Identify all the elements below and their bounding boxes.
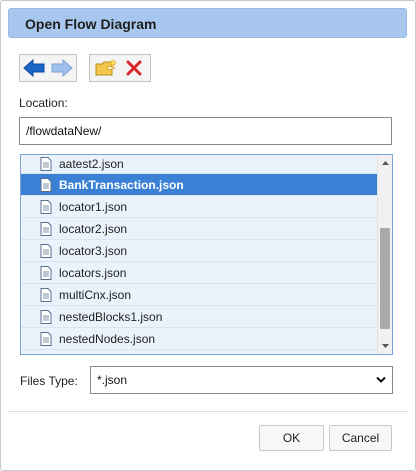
delete-x-icon xyxy=(126,60,142,76)
file-icon xyxy=(40,157,52,171)
file-icon xyxy=(40,243,52,258)
open-flow-diagram-dialog: Open Flow Diagram Location: /flowdataNew… xyxy=(0,0,416,471)
file-icon xyxy=(40,309,52,324)
ok-button[interactable]: OK xyxy=(259,425,324,451)
scroll-down-icon[interactable] xyxy=(381,341,390,350)
file-icon xyxy=(40,221,52,236)
file-row[interactable]: locator2.json xyxy=(21,218,378,240)
file-list-scrollbar[interactable] xyxy=(377,155,392,354)
file-name: nestedBlocks1.json xyxy=(59,309,163,324)
navigation-toolbar xyxy=(19,54,77,82)
location-label: Location: xyxy=(19,96,68,110)
file-name: locators.json xyxy=(59,265,127,280)
files-type-value: *.json xyxy=(97,373,128,387)
file-icon xyxy=(40,199,52,214)
footer-divider xyxy=(8,411,408,412)
file-row[interactable]: aatest2.json xyxy=(21,155,378,174)
new-folder-icon xyxy=(95,60,117,76)
dialog-title: Open Flow Diagram xyxy=(25,16,157,32)
file-row[interactable]: locator3.json xyxy=(21,240,378,262)
file-name: aatest2.json xyxy=(59,157,124,171)
file-name: nestedNodes.json xyxy=(59,331,156,346)
cancel-button[interactable]: Cancel xyxy=(329,425,392,451)
delete-button[interactable] xyxy=(120,55,148,81)
file-name: multiCnx.json xyxy=(59,287,132,302)
arrow-left-icon xyxy=(23,58,45,78)
dialog-title-bar[interactable]: Open Flow Diagram xyxy=(8,8,407,38)
file-row[interactable]: multiCnx.json xyxy=(21,284,378,306)
file-name: locator2.json xyxy=(59,221,128,236)
file-icon xyxy=(40,177,52,192)
file-name: locator1.json xyxy=(59,199,128,214)
file-list-rows: aatest2.json BankTransaction.json locato… xyxy=(21,155,378,350)
file-icon xyxy=(40,331,52,346)
new-folder-button[interactable] xyxy=(92,55,120,81)
arrow-right-icon xyxy=(51,58,73,78)
file-list[interactable]: aatest2.json BankTransaction.json locato… xyxy=(20,154,393,355)
files-type-select[interactable]: *.json xyxy=(90,366,393,394)
file-name: locator3.json xyxy=(59,243,128,258)
file-icon xyxy=(40,287,52,302)
back-button[interactable] xyxy=(20,55,48,81)
file-row-selected[interactable]: BankTransaction.json xyxy=(21,174,378,196)
file-action-toolbar xyxy=(89,54,151,82)
file-row[interactable]: locators.json xyxy=(21,262,378,284)
file-name: BankTransaction.json xyxy=(59,177,184,192)
file-row[interactable]: nestedBlocks1.json xyxy=(21,306,378,328)
chevron-down-icon xyxy=(376,376,386,383)
scroll-thumb[interactable] xyxy=(380,228,390,329)
file-row[interactable]: nestedNodes.json xyxy=(21,328,378,350)
location-input[interactable] xyxy=(19,117,392,145)
file-icon xyxy=(40,265,52,280)
forward-button[interactable] xyxy=(48,55,76,81)
scroll-up-icon[interactable] xyxy=(381,159,390,168)
files-type-label: Files Type: xyxy=(20,374,78,388)
file-row[interactable]: locator1.json xyxy=(21,196,378,218)
